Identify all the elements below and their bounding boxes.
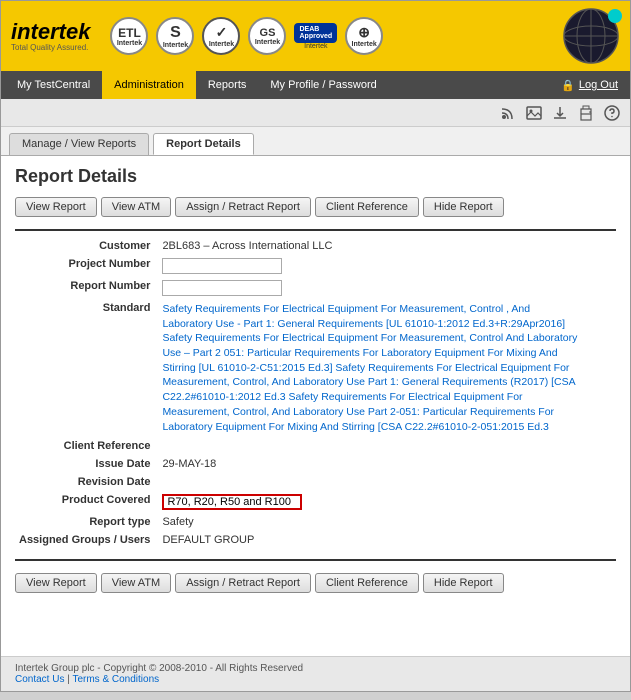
assigned-groups-row: Assigned Groups / Users DEFAULT GROUP: [15, 531, 616, 549]
page-title: Report Details: [15, 166, 616, 187]
standard-row: Standard Safety Requirements For Electri…: [15, 299, 616, 437]
nav-reports[interactable]: Reports: [196, 71, 259, 99]
report-type-row: Report type Safety: [15, 513, 616, 531]
client-reference-label: Client Reference: [15, 437, 158, 455]
gs-symbol: GS: [260, 27, 276, 39]
report-number-label: Report Number: [15, 277, 158, 299]
badge-s: S Intertek: [156, 17, 194, 55]
customer-label: Customer: [15, 237, 158, 255]
deab-text: DEABApproved: [294, 23, 337, 43]
report-type-value: Safety: [158, 513, 616, 531]
teal-indicator: [608, 9, 622, 23]
product-covered-input[interactable]: [162, 494, 302, 510]
top-toolbar: View Report View ATM Assign / Retract Re…: [15, 197, 616, 217]
assign-retract-button-bottom[interactable]: Assign / Retract Report: [175, 573, 311, 593]
product-covered-label: Product Covered: [15, 491, 158, 513]
sub-nav: [1, 99, 630, 127]
product-covered-value: [158, 491, 616, 513]
form-table: Customer 2BL683 – Across International L…: [15, 237, 616, 549]
separator-bottom: [15, 559, 616, 561]
revision-date-value: [158, 473, 616, 491]
view-report-button-top[interactable]: View Report: [15, 197, 97, 217]
nav-right: 🔒 Log Out: [561, 71, 626, 99]
deab-label: Intertek: [304, 43, 327, 50]
view-report-button-bottom[interactable]: View Report: [15, 573, 97, 593]
product-covered-row: Product Covered: [15, 491, 616, 513]
print-icon[interactable]: [576, 103, 596, 123]
project-number-input[interactable]: [162, 258, 282, 274]
nav-my-testcentral[interactable]: My TestCentral: [5, 71, 102, 99]
client-reference-button-top[interactable]: Client Reference: [315, 197, 419, 217]
assigned-groups-value: DEFAULT GROUP: [158, 531, 616, 549]
rss-icon[interactable]: [498, 103, 518, 123]
target-symbol: ⊕: [358, 24, 370, 41]
logo-text: intertek: [11, 21, 90, 43]
tab-manage-reports[interactable]: Manage / View Reports: [9, 133, 149, 155]
footer-contact-link[interactable]: Contact Us: [15, 674, 64, 685]
check-label: Intertek: [209, 41, 234, 48]
client-reference-button-bottom[interactable]: Client Reference: [315, 573, 419, 593]
nav-profile[interactable]: My Profile / Password: [258, 71, 388, 99]
hide-report-button-bottom[interactable]: Hide Report: [423, 573, 504, 593]
tabs-row: Manage / View Reports Report Details: [1, 127, 630, 156]
s-label: Intertek: [163, 42, 188, 49]
standard-label: Standard: [15, 299, 158, 437]
header-badges: ETL Intertek S Intertek ✓ Intertek GS In…: [110, 17, 562, 55]
report-number-input[interactable]: [162, 280, 282, 296]
assign-retract-button-top[interactable]: Assign / Retract Report: [175, 197, 311, 217]
logout-link[interactable]: Log Out: [579, 79, 618, 91]
view-atm-button-bottom[interactable]: View ATM: [101, 573, 172, 593]
assigned-groups-label: Assigned Groups / Users: [15, 531, 158, 549]
project-number-row: Project Number: [15, 255, 616, 277]
view-atm-button-top[interactable]: View ATM: [101, 197, 172, 217]
etl-label: Intertek: [117, 40, 142, 47]
nav-administration[interactable]: Administration: [102, 71, 196, 99]
main-content: Report Details View Report View ATM Assi…: [1, 156, 630, 656]
image-icon[interactable]: [524, 103, 544, 123]
footer-copyright: Intertek Group plc - Copyright © 2008-20…: [15, 663, 616, 674]
report-number-value: [158, 277, 616, 299]
report-type-label: Report type: [15, 513, 158, 531]
gs-label: Intertek: [255, 39, 280, 46]
target-label: Intertek: [352, 41, 377, 48]
download-icon[interactable]: [550, 103, 570, 123]
footer: Intertek Group plc - Copyright © 2008-20…: [1, 656, 630, 691]
logo-tagline: Total Quality Assured.: [11, 43, 90, 52]
project-number-value: [158, 255, 616, 277]
issue-date-label: Issue Date: [15, 455, 158, 473]
badge-target: ⊕ Intertek: [345, 17, 383, 55]
badge-etl: ETL Intertek: [110, 17, 148, 55]
check-symbol: ✓: [216, 24, 228, 41]
etl-symbol: ETL: [118, 26, 141, 40]
navbar: My TestCentral Administration Reports My…: [1, 71, 630, 99]
header: intertek Total Quality Assured. ETL Inte…: [1, 1, 630, 71]
badge-gs: GS Intertek: [248, 17, 286, 55]
client-reference-value: [158, 437, 616, 455]
customer-value: 2BL683 – Across International LLC: [158, 237, 616, 255]
s-symbol: S: [170, 24, 181, 42]
footer-links: Contact Us | Terms & Conditions: [15, 674, 616, 685]
standard-value: Safety Requirements For Electrical Equip…: [158, 299, 616, 437]
badge-deab: DEABApproved Intertek: [294, 23, 337, 50]
footer-terms-link[interactable]: Terms & Conditions: [72, 674, 159, 685]
customer-row: Customer 2BL683 – Across International L…: [15, 237, 616, 255]
report-number-row: Report Number: [15, 277, 616, 299]
hide-report-button-top[interactable]: Hide Report: [423, 197, 504, 217]
client-reference-row: Client Reference: [15, 437, 616, 455]
badge-check: ✓ Intertek: [202, 17, 240, 55]
issue-date-value: 29-MAY-18: [158, 455, 616, 473]
standard-text: Safety Requirements For Electrical Equip…: [162, 302, 582, 434]
revision-date-row: Revision Date: [15, 473, 616, 491]
separator: [15, 229, 616, 231]
project-number-label: Project Number: [15, 255, 158, 277]
bottom-toolbar: View Report View ATM Assign / Retract Re…: [15, 573, 616, 593]
revision-date-label: Revision Date: [15, 473, 158, 491]
help-icon[interactable]: [602, 103, 622, 123]
issue-date-row: Issue Date 29-MAY-18: [15, 455, 616, 473]
logo: intertek Total Quality Assured.: [11, 21, 90, 52]
tab-report-details[interactable]: Report Details: [153, 133, 254, 155]
lock-icon: 🔒: [561, 79, 575, 92]
